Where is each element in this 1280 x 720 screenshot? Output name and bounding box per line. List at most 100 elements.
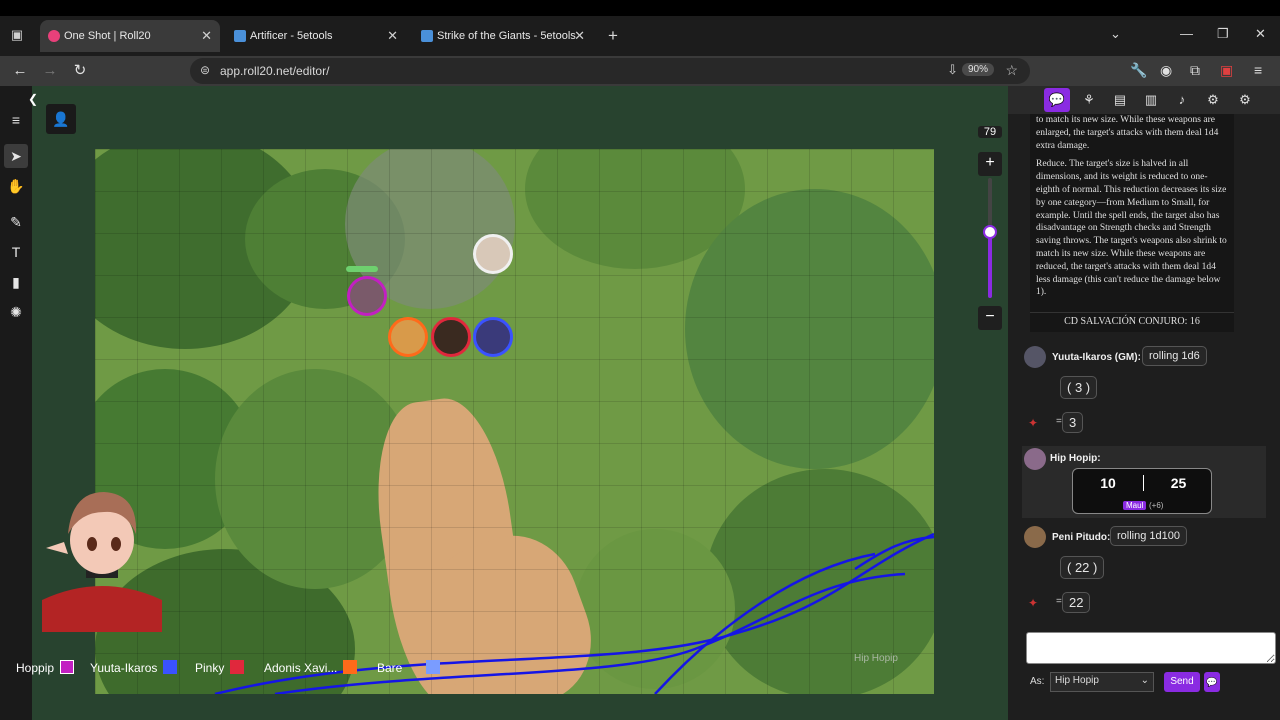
speaking-as-label: As: bbox=[1030, 676, 1045, 687]
draw-brush-icon[interactable]: ✎ bbox=[4, 210, 28, 234]
weapon-name: Maul bbox=[1123, 501, 1147, 510]
tab-title: One Shot | Roll20 bbox=[64, 30, 151, 42]
wrench-extension-icon[interactable]: 🔧 bbox=[1130, 62, 1147, 79]
menu-hamburger-icon[interactable]: ≡ bbox=[4, 108, 28, 132]
player-color-swatch bbox=[230, 660, 245, 674]
player-pinky[interactable]: Pinky bbox=[195, 660, 245, 675]
avatar bbox=[1024, 448, 1046, 470]
macros-icon[interactable]: ⚙ bbox=[1200, 88, 1226, 112]
speaking-as-value: Hip Hopip bbox=[1055, 675, 1099, 686]
zoom-in-plus-icon[interactable]: + bbox=[978, 152, 1002, 176]
token-pinky[interactable] bbox=[431, 317, 471, 357]
journal-icon[interactable]: ▤ bbox=[1107, 88, 1133, 112]
zoom-indicator[interactable]: 90% bbox=[961, 63, 994, 76]
text-tool-icon[interactable]: T bbox=[4, 240, 28, 264]
select-tool-icon[interactable]: ➤ bbox=[4, 144, 28, 168]
spell-text: Reduce. The target's size is halved in a… bbox=[1036, 159, 1227, 298]
message-sender: Hip Hopip: bbox=[1050, 453, 1101, 464]
chevron-down-icon: ⌄ bbox=[1140, 675, 1149, 686]
message-sender: Yuuta-Ikaros (GM): bbox=[1052, 352, 1141, 363]
roll20-favicon-icon bbox=[48, 30, 60, 42]
restore-icon[interactable]: ❐ bbox=[1217, 26, 1229, 42]
jukebox-icon[interactable]: ♪ bbox=[1169, 88, 1195, 112]
player-name: Adonis Xavi... bbox=[264, 661, 338, 675]
close-window-icon[interactable]: ✕ bbox=[1255, 26, 1266, 42]
art-library-icon[interactable]: ⚘ bbox=[1076, 88, 1102, 112]
attack-roll-card: 10 25 Maul (+6) bbox=[1072, 468, 1212, 514]
tab-strike-giants[interactable]: Strike of the Giants - 5etools ✕ bbox=[413, 20, 593, 52]
install-app-icon[interactable]: ⇩ bbox=[947, 62, 958, 78]
drawing-layer bbox=[214, 532, 934, 694]
compendium-icon[interactable]: ▥ bbox=[1138, 88, 1164, 112]
player-adonis[interactable]: Adonis Xavi... bbox=[264, 660, 358, 675]
forward-arrow-icon[interactable]: → bbox=[40, 61, 60, 81]
avatar-shirt bbox=[42, 586, 162, 632]
tab-list-chevron-icon[interactable]: ⌄ bbox=[1110, 26, 1121, 42]
new-tab-plus-icon[interactable]: + bbox=[608, 27, 618, 45]
player-avatar-illustration bbox=[42, 482, 162, 632]
spell-description-card: to match its new size. While these weapo… bbox=[1030, 114, 1234, 332]
player-name: Hoppip bbox=[16, 661, 55, 675]
roll-command: rolling 1d100 bbox=[1110, 526, 1187, 546]
5etools-favicon-icon bbox=[421, 30, 433, 42]
token-hoppip[interactable] bbox=[347, 276, 387, 316]
collapse-chevron-icon[interactable]: ❮ bbox=[28, 92, 38, 106]
spell-text: to match its new size. While these weapo… bbox=[1036, 115, 1219, 151]
message-sender: Peni Pitudo: bbox=[1052, 532, 1111, 543]
token-yuuta[interactable] bbox=[473, 317, 513, 357]
token-hp-bar[interactable] bbox=[346, 266, 378, 272]
player-bare[interactable]: Bare bbox=[377, 660, 441, 675]
player-yuuta[interactable]: Yuuta-Ikaros bbox=[90, 660, 178, 675]
player-hoppip[interactable]: Hoppip bbox=[16, 660, 75, 675]
site-info-icon[interactable]: ⊜ bbox=[200, 63, 210, 77]
chat-message: Yuuta-Ikaros (GM): rolling 1d6 ( 3 ) ✦ =… bbox=[1024, 346, 1266, 436]
roll20-editor: ≡ ➤ ✋ ✎ T ▮ ✺ ❮ 👤 Hip Hopip Hoppip Yuuta… bbox=[0, 86, 1280, 720]
drawing-owner-label: Hip Hopip bbox=[854, 653, 898, 664]
5etools-favicon-icon bbox=[234, 30, 246, 42]
tab-roll20[interactable]: One Shot | Roll20 ✕ bbox=[40, 20, 220, 52]
dice-icon: ✦ bbox=[1028, 596, 1039, 610]
zoom-slider-fill bbox=[988, 232, 992, 298]
tab-search-icon[interactable]: ▣ bbox=[8, 26, 26, 44]
close-tab-icon[interactable]: ✕ bbox=[387, 20, 398, 52]
chat-message: Hip Hopip: 10 25 Maul (+6) bbox=[1022, 446, 1266, 518]
browser-menu-icon[interactable]: ≡ bbox=[1254, 62, 1262, 78]
emote-bubble-icon[interactable]: 💬 bbox=[1204, 672, 1220, 692]
avatar bbox=[1024, 526, 1046, 548]
send-button[interactable]: Send bbox=[1164, 672, 1200, 692]
chat-message: Peni Pitudo: rolling 1d100 ( 22 ) ✦ = 22 bbox=[1024, 526, 1266, 616]
player-name: Bare bbox=[377, 661, 403, 675]
url-bar[interactable]: ⊜ app.roll20.net/editor/ ⇩ 90% ☆ bbox=[190, 58, 1030, 84]
right-sidebar: 💬 ⚘ ▤ ▥ ♪ ⚙ ⚙ to match its new size. Whi… bbox=[1008, 86, 1280, 720]
url-text: app.roll20.net/editor/ bbox=[220, 64, 330, 78]
equals-sign: = bbox=[1056, 416, 1062, 427]
speaking-as-select[interactable]: Hip Hopip ⌄ bbox=[1050, 672, 1154, 692]
pan-hand-icon[interactable]: ✋ bbox=[4, 174, 28, 198]
settings-gear-icon[interactable]: ⚙ bbox=[1232, 88, 1258, 112]
chat-tab-icon[interactable]: 💬 bbox=[1044, 88, 1070, 112]
tab-artificer[interactable]: Artificer - 5etools ✕ bbox=[226, 20, 406, 52]
token-adonis[interactable] bbox=[388, 317, 428, 357]
profile-icon[interactable]: ◉ bbox=[1160, 62, 1172, 79]
back-arrow-icon[interactable]: ← bbox=[10, 61, 30, 81]
player-color-swatch bbox=[60, 660, 75, 674]
address-toolbar: ← → ↻ ⊜ app.roll20.net/editor/ ⇩ 90% ☆ 🔧… bbox=[0, 56, 1280, 86]
fog-icon[interactable]: ✺ bbox=[4, 300, 28, 324]
bookmark-star-icon[interactable]: ☆ bbox=[1005, 62, 1018, 79]
token-npc[interactable] bbox=[473, 234, 513, 274]
roll-total: 3 bbox=[1062, 412, 1084, 433]
extension-badge-icon[interactable]: ▣ bbox=[1220, 62, 1233, 79]
dice-result: ( 3 ) bbox=[1060, 376, 1098, 399]
battle-map[interactable]: Hip Hopip bbox=[95, 149, 934, 694]
zoom-out-minus-icon[interactable]: − bbox=[978, 306, 1002, 330]
attack-roll-value: 10 bbox=[1100, 475, 1116, 491]
chat-input[interactable] bbox=[1026, 632, 1276, 664]
player-avatar-icon[interactable]: 👤 bbox=[46, 104, 76, 134]
reload-icon[interactable]: ↻ bbox=[70, 61, 90, 81]
zoom-slider-knob[interactable] bbox=[983, 225, 997, 239]
close-tab-icon[interactable]: ✕ bbox=[201, 20, 212, 52]
close-tab-icon[interactable]: ✕ bbox=[574, 20, 585, 52]
extensions-puzzle-icon[interactable]: ⧉ bbox=[1190, 62, 1200, 79]
ruler-icon[interactable]: ▮ bbox=[4, 270, 28, 294]
minimize-icon[interactable]: — bbox=[1180, 26, 1193, 41]
